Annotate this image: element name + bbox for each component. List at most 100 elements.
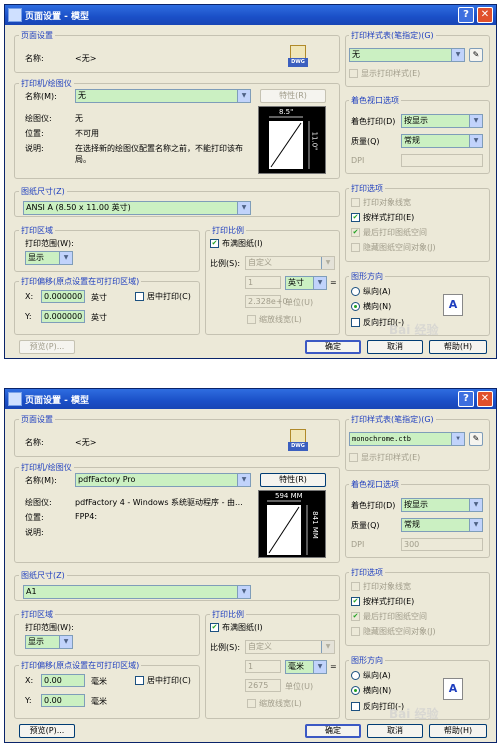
shade-plot-combo[interactable]: 按显示 ▼ xyxy=(401,114,483,128)
chevron-down-icon[interactable]: ▼ xyxy=(451,433,464,445)
plot-with-styles-checkbox[interactable]: ✔ 按样式打印(E) xyxy=(351,597,414,606)
plot-style-value: 无 xyxy=(352,50,360,59)
scale-units-label: 单位(U) xyxy=(285,298,314,307)
offset-y-field[interactable]: 0.00 xyxy=(41,694,85,707)
scale-units-label: 单位(U) xyxy=(285,682,314,691)
center-plot-checkbox[interactable]: 居中打印(C) xyxy=(135,676,191,685)
close-icon[interactable]: ✕ xyxy=(477,7,493,23)
scale-unit-combo[interactable]: 英寸 ▼ xyxy=(285,276,327,290)
chevron-down-icon[interactable]: ▼ xyxy=(237,90,250,102)
scale-lineweights-checkbox[interactable]: 缩放线宽(L) xyxy=(247,315,302,324)
chevron-down-icon[interactable]: ▼ xyxy=(469,115,482,127)
offset-x-label: X: xyxy=(25,676,34,685)
pencil-icon[interactable]: ✎ xyxy=(469,432,483,446)
display-styles-checkbox[interactable]: 显示打印样式(E) xyxy=(349,453,420,462)
shade-plot-label: 着色打印(D) xyxy=(351,501,396,510)
scale-denominator-field[interactable]: 2.328e+0 xyxy=(245,295,288,308)
offset-x-field[interactable]: 0.000000 xyxy=(41,290,85,303)
chevron-down-icon[interactable]: ▼ xyxy=(237,202,250,214)
display-styles-checkbox[interactable]: 显示打印样式(E) xyxy=(349,69,420,78)
watermark: Bai 经验 xyxy=(389,323,439,337)
fit-to-paper-checkbox[interactable]: ✔ 布满图纸(I) xyxy=(210,239,263,248)
landscape-label: 横向(N) xyxy=(363,686,392,695)
plot-style-combo[interactable]: 无 ▼ xyxy=(349,48,465,62)
scale-combo[interactable]: 自定义 ▼ xyxy=(245,256,335,270)
plot-range-combo[interactable]: 显示 ▼ xyxy=(25,251,73,265)
properties-button[interactable]: 特性(R) xyxy=(260,473,326,487)
help-icon[interactable]: ? xyxy=(458,7,474,23)
hide-paperspace-label: 隐藏图纸空间对象(J) xyxy=(363,243,436,252)
dialog-title: 页面设置 - 模型 xyxy=(25,396,90,406)
chevron-down-icon[interactable]: ▼ xyxy=(469,499,482,511)
help-button[interactable]: 帮助(H) xyxy=(429,340,487,354)
chevron-down-icon[interactable]: ▼ xyxy=(321,257,334,269)
plot-with-styles-checkbox[interactable]: ✔ 按样式打印(E) xyxy=(351,213,414,222)
offset-y-field[interactable]: 0.000000 xyxy=(41,310,85,323)
quality-combo[interactable]: 常规 ▼ xyxy=(401,134,483,148)
cancel-button[interactable]: 取消 xyxy=(367,724,423,738)
properties-button[interactable]: 特性(R) xyxy=(260,89,326,103)
plot-lineweights-label: 打印对象线宽 xyxy=(363,582,411,591)
preview-width: 594 MM xyxy=(275,492,303,500)
hide-paperspace-checkbox[interactable]: 隐藏图纸空间对象(J) xyxy=(351,243,436,252)
plot-range-combo[interactable]: 显示 ▼ xyxy=(25,635,73,649)
printer-name-label: 名称(M): xyxy=(25,92,57,101)
preview-button[interactable]: 预览(P)... xyxy=(19,340,75,354)
plot-area-group-label: 打印区域 xyxy=(19,609,55,620)
chevron-down-icon[interactable]: ▼ xyxy=(321,641,334,653)
chevron-down-icon[interactable]: ▼ xyxy=(469,135,482,147)
hide-paperspace-checkbox[interactable]: 隐藏图纸空间对象(J) xyxy=(351,627,436,636)
chevron-down-icon[interactable]: ▼ xyxy=(469,519,482,531)
chevron-down-icon[interactable]: ▼ xyxy=(313,661,326,673)
quality-combo[interactable]: 常规 ▼ xyxy=(401,518,483,532)
preview-height: 11.0" xyxy=(310,131,319,151)
shade-plot-combo[interactable]: 按显示 ▼ xyxy=(401,498,483,512)
landscape-radio[interactable]: 横向(N) xyxy=(351,686,391,695)
scale-combo[interactable]: 自定义 ▼ xyxy=(245,640,335,654)
dpi-field[interactable]: 300 xyxy=(401,538,483,551)
printer-group-label: 打印机/绘图仪 xyxy=(19,462,74,473)
app-icon xyxy=(8,392,22,406)
plot-style-combo[interactable]: monochrome.ctb ▼ xyxy=(349,432,465,446)
cancel-button[interactable]: 取消 xyxy=(367,340,423,354)
scale-numerator-field[interactable]: 1 xyxy=(245,660,281,673)
ok-button[interactable]: 确定 xyxy=(305,724,361,738)
chevron-down-icon[interactable]: ▼ xyxy=(59,636,72,648)
scale-unit-combo[interactable]: 毫米 ▼ xyxy=(285,660,327,674)
scale-lineweights-checkbox[interactable]: 缩放线宽(L) xyxy=(247,699,302,708)
chevron-down-icon[interactable]: ▼ xyxy=(237,474,250,486)
scale-numerator-field[interactable]: 1 xyxy=(245,276,281,289)
paper-size-combo[interactable]: A1 ▼ xyxy=(23,585,251,599)
orientation-icon: A xyxy=(443,294,463,316)
display-styles-label: 显示打印样式(E) xyxy=(361,69,421,78)
dpi-field[interactable] xyxy=(401,154,483,167)
landscape-radio[interactable]: 横向(N) xyxy=(351,302,391,311)
offset-x-field[interactable]: 0.00 xyxy=(41,674,85,687)
close-icon[interactable]: ✕ xyxy=(477,391,493,407)
portrait-radio[interactable]: 纵向(A) xyxy=(351,671,391,680)
scale-denominator-field[interactable]: 2675 xyxy=(245,679,281,692)
printer-combo[interactable]: pdfFactory Pro ▼ xyxy=(75,473,251,487)
preview-button[interactable]: 预览(P)... xyxy=(19,724,75,738)
pencil-icon[interactable]: ✎ xyxy=(469,48,483,62)
plot-paperspace-last-checkbox[interactable]: ✔ 最后打印图纸空间 xyxy=(351,228,427,237)
plot-lineweights-checkbox[interactable]: 打印对象线宽 xyxy=(351,198,411,207)
center-plot-checkbox[interactable]: 居中打印(C) xyxy=(135,292,191,301)
plot-paperspace-last-checkbox[interactable]: ✔ 最后打印图纸空间 xyxy=(351,612,427,621)
help-button[interactable]: 帮助(H) xyxy=(429,724,487,738)
ok-button[interactable]: 确定 xyxy=(305,340,361,354)
name-value: <无> xyxy=(75,54,97,63)
help-icon[interactable]: ? xyxy=(458,391,474,407)
scale-value: 自定义 xyxy=(248,258,272,267)
chevron-down-icon[interactable]: ▼ xyxy=(59,252,72,264)
printer-combo[interactable]: 无 ▼ xyxy=(75,89,251,103)
paper-size-combo[interactable]: ANSI A (8.50 x 11.00 英寸) ▼ xyxy=(23,201,251,215)
portrait-radio[interactable]: 纵向(A) xyxy=(351,287,391,296)
chevron-down-icon[interactable]: ▼ xyxy=(237,586,250,598)
dwg-icon: DWG xyxy=(288,429,308,451)
fit-to-paper-checkbox[interactable]: ✔ 布满图纸(I) xyxy=(210,623,263,632)
chevron-down-icon[interactable]: ▼ xyxy=(313,277,326,289)
offset-x-unit: 毫米 xyxy=(91,677,107,686)
chevron-down-icon[interactable]: ▼ xyxy=(451,49,464,61)
plot-lineweights-checkbox[interactable]: 打印对象线宽 xyxy=(351,582,411,591)
